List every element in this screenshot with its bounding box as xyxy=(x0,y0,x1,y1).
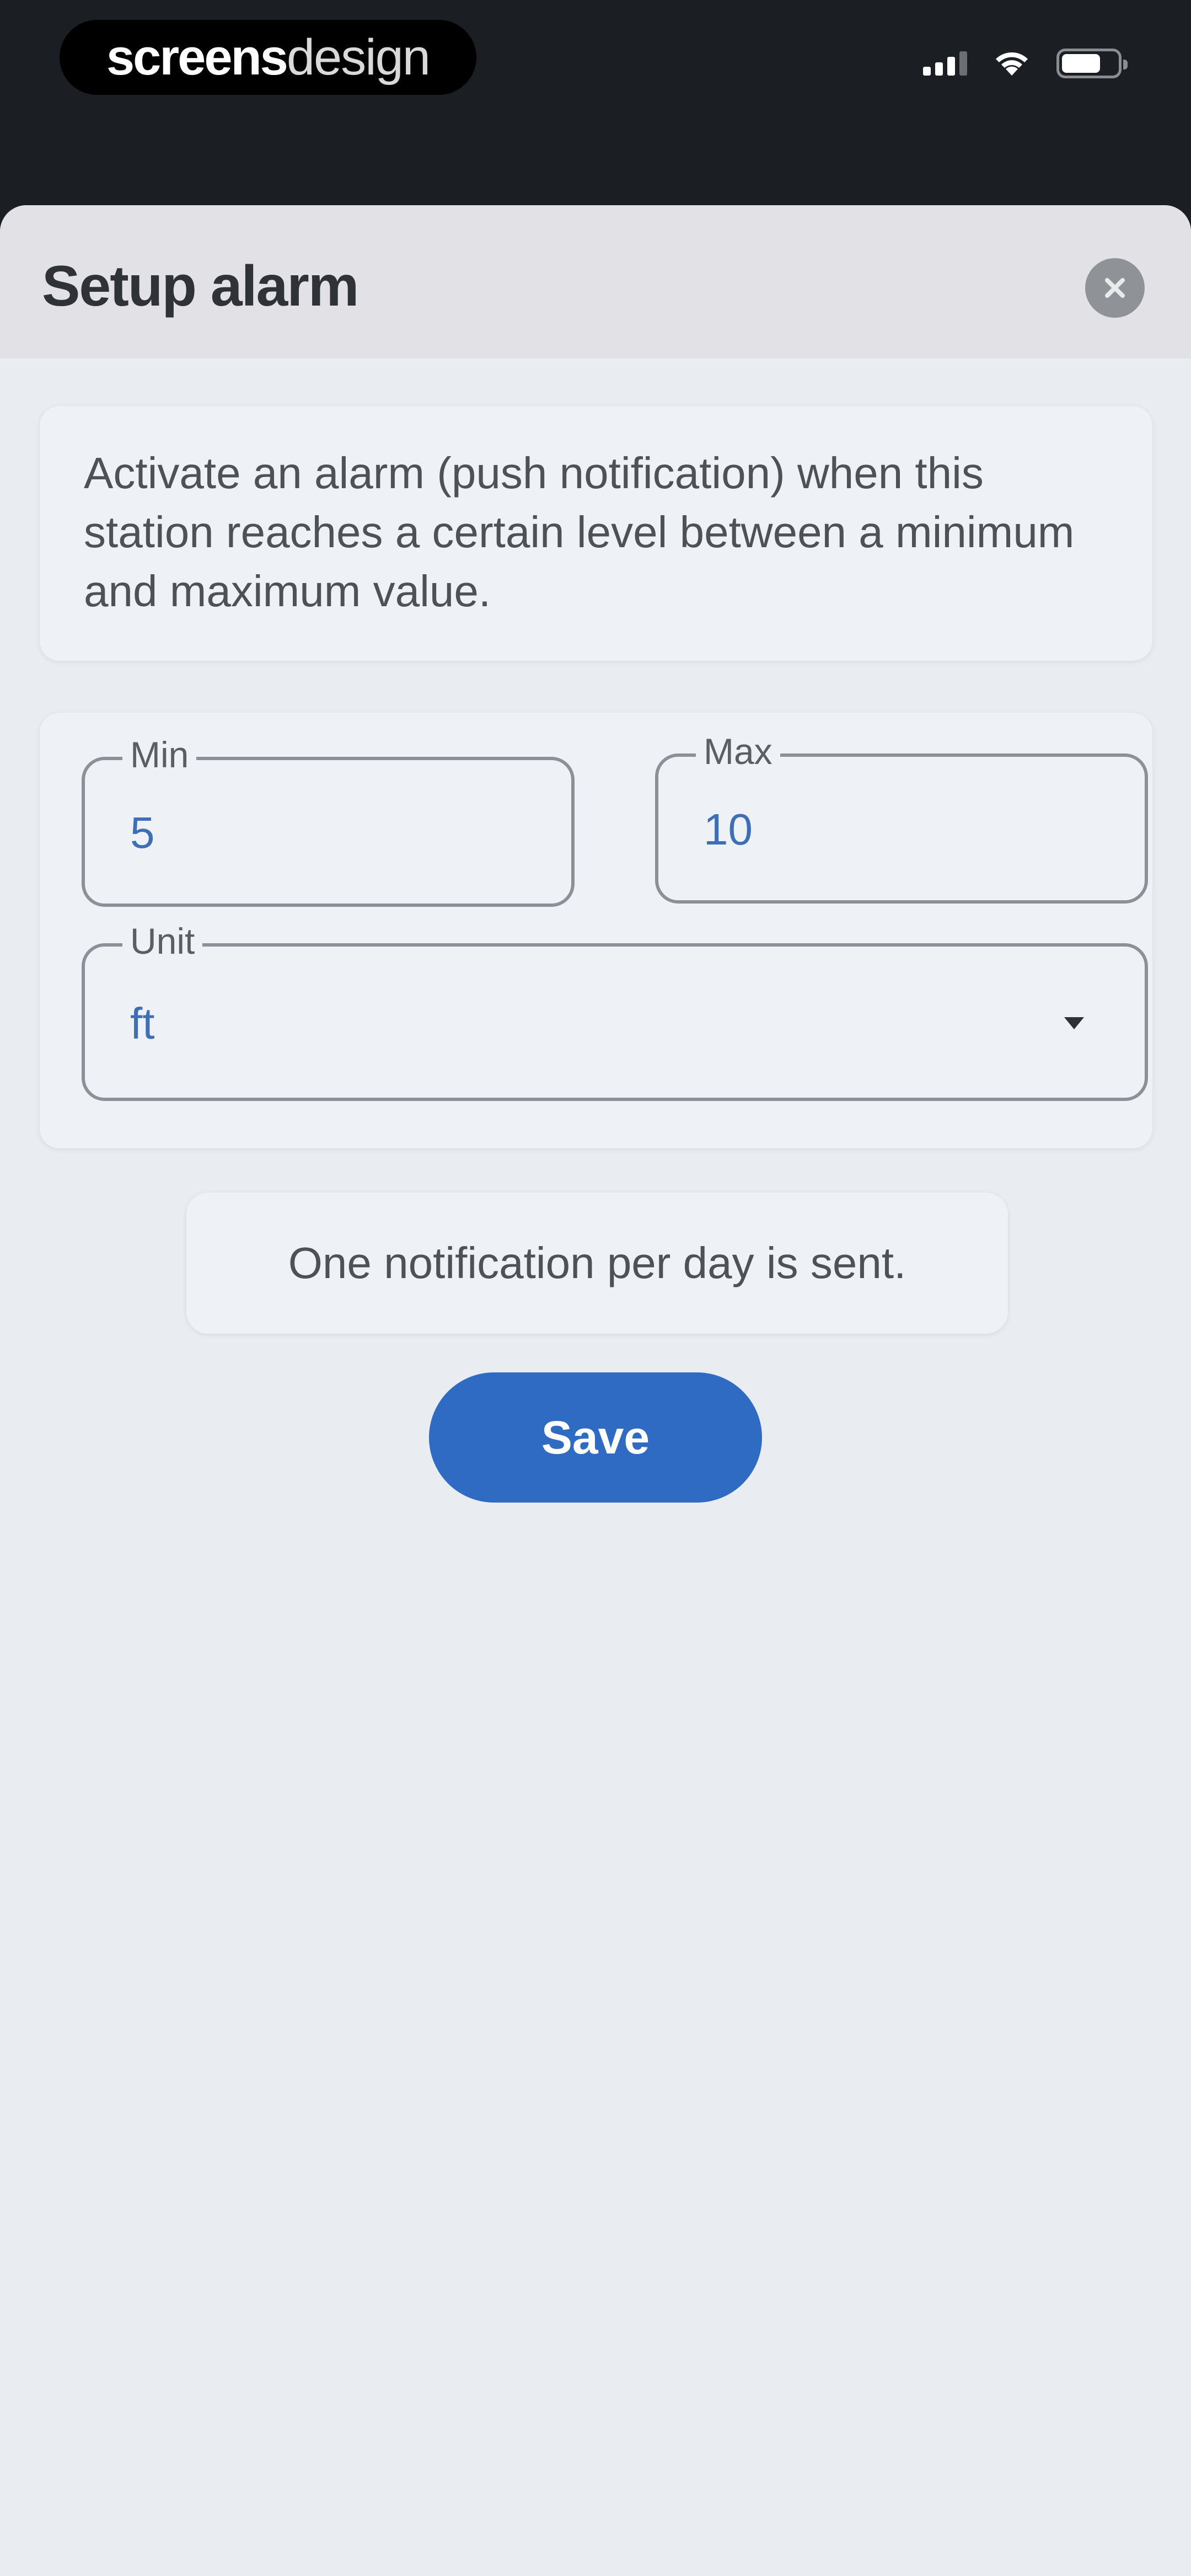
unit-select[interactable]: Unit ft xyxy=(82,920,1148,1101)
status-bar: screens design xyxy=(0,0,1191,204)
dropdown-caret-icon[interactable] xyxy=(1064,1017,1084,1029)
battery-icon xyxy=(1056,49,1128,78)
close-button[interactable] xyxy=(1085,258,1145,318)
sheet-header: Setup alarm xyxy=(0,205,1191,359)
cellular-signal-icon xyxy=(923,51,967,76)
description-card: Activate an alarm (push notification) wh… xyxy=(40,406,1152,661)
status-icons xyxy=(923,49,1128,78)
sheet-title: Setup alarm xyxy=(42,254,359,318)
app-screen: screens design Setup alarm Activate an a… xyxy=(0,0,1191,2576)
alarm-form-card: Min 5 Max 10 Unit ft xyxy=(40,713,1152,1148)
notification-note: One notification per day is sent. xyxy=(288,1238,906,1287)
setup-alarm-sheet: Setup alarm Activate an alarm (push noti… xyxy=(0,205,1191,2576)
alarm-description: Activate an alarm (push notification) wh… xyxy=(84,448,1075,616)
min-value[interactable]: 5 xyxy=(130,808,155,858)
save-button[interactable]: Save xyxy=(429,1372,762,1503)
wifi-icon xyxy=(996,52,1028,76)
unit-label: Unit xyxy=(122,920,203,962)
max-value[interactable]: 10 xyxy=(704,804,753,855)
max-field[interactable]: Max 10 xyxy=(655,730,1148,904)
brand-logo-light: design xyxy=(286,29,431,85)
brand-logo-strong: screens xyxy=(106,29,288,85)
notification-note-card: One notification per day is sent. xyxy=(186,1193,1008,1334)
unit-value: ft xyxy=(130,999,155,1048)
min-label: Min xyxy=(122,734,197,776)
brand-logo: screens design xyxy=(60,20,476,95)
min-field[interactable]: Min 5 xyxy=(82,734,575,907)
max-label: Max xyxy=(696,730,780,772)
close-icon xyxy=(1105,278,1125,298)
